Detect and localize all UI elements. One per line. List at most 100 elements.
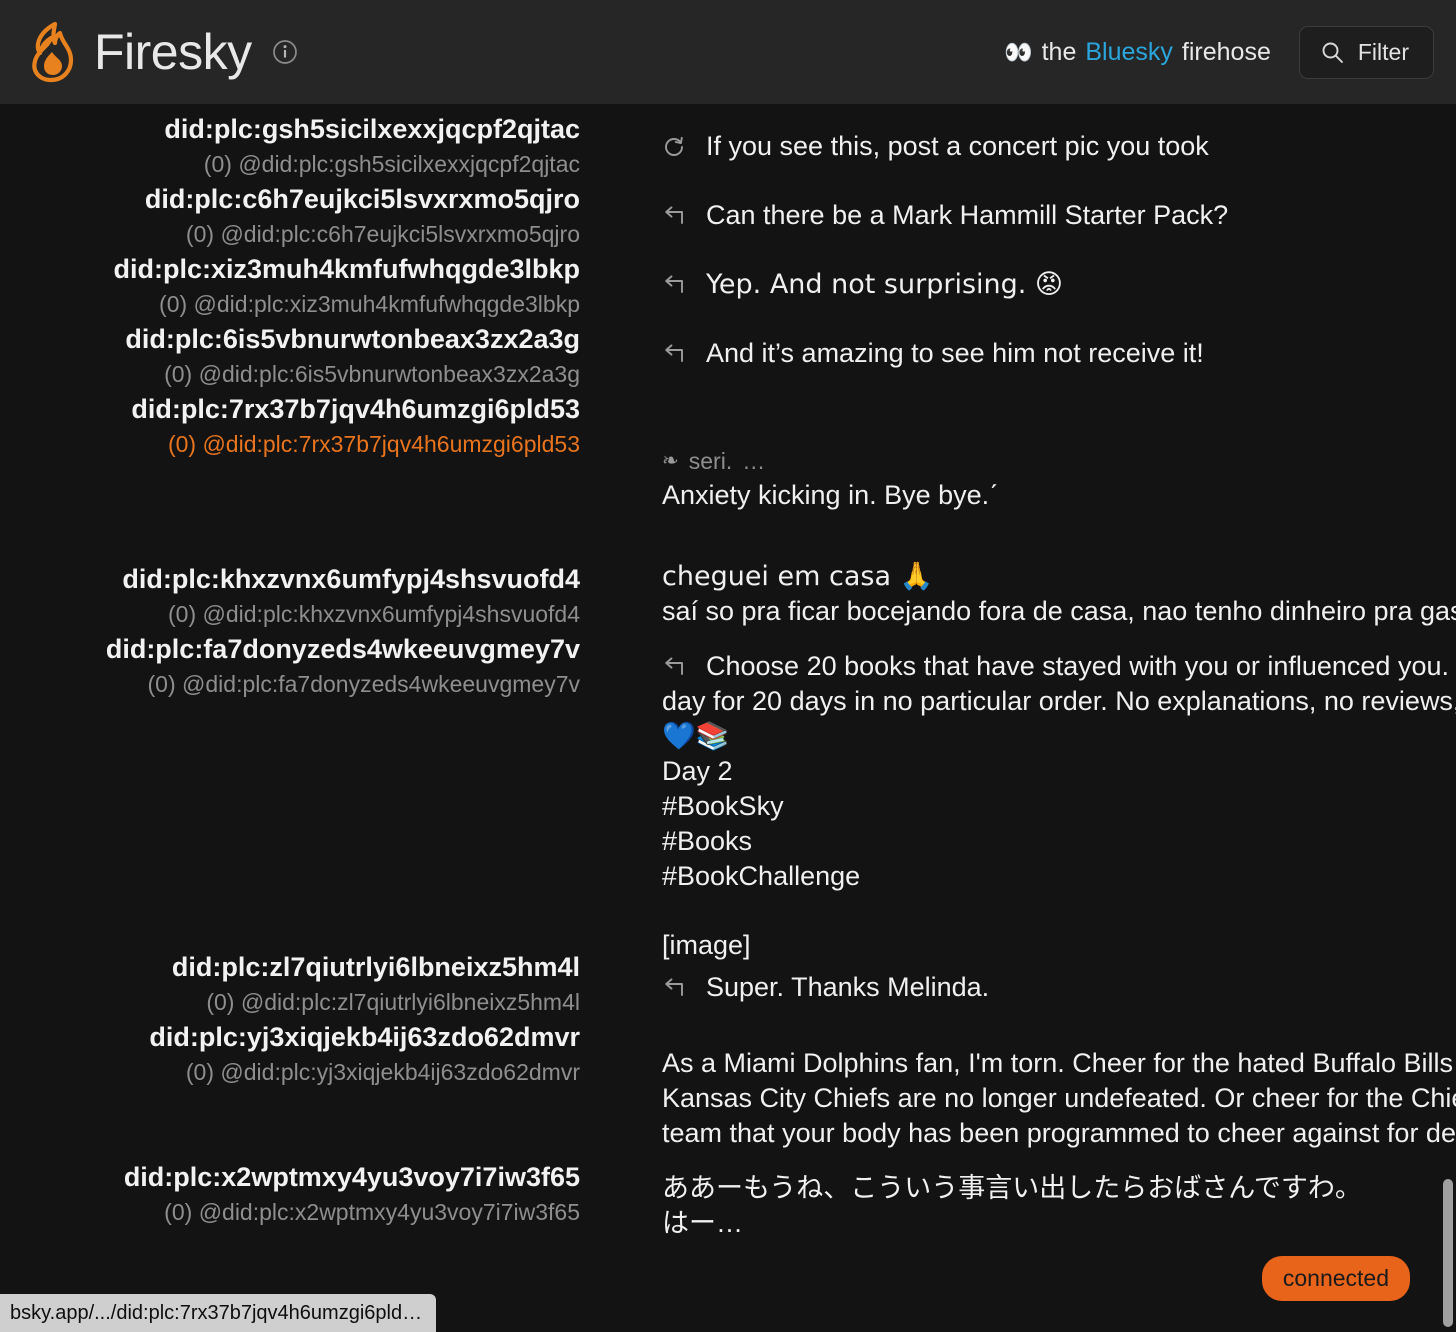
- feed-gap: [662, 1012, 1456, 1046]
- post-seri[interactable]: ❧ seri. … Anxiety kicking in. Bye bye.ˊ: [662, 444, 1456, 513]
- list-item-active[interactable]: did:plc:7rx37b7jqv4h6umzgi6pld53 (0) @di…: [0, 390, 600, 460]
- post-repost[interactable]: If you see this, post a concert pic you …: [662, 112, 1456, 181]
- reply-icon: [662, 976, 686, 1000]
- post-text: And it’s amazing to see him not receive …: [706, 338, 1204, 368]
- hashtag[interactable]: #BookSky: [662, 789, 1456, 824]
- feed-gap: [662, 894, 1456, 928]
- did-handle: (0) @did:plc:zl7qiutrlyi6lbneixz5hm4l: [206, 989, 580, 1015]
- post-text-line: Kansas City Chiefs are no longer undefea…: [662, 1083, 1456, 1113]
- leaf-icon: ❧: [662, 450, 679, 472]
- post-reply[interactable]: Can there be a Mark Hammill Starter Pack…: [662, 181, 1456, 250]
- did-label: did:plc:x2wptmxy4yu3voy7i7iw3f65: [123, 1162, 580, 1192]
- did-handle: (0) @did:plc:7rx37b7jqv4h6umzgi6pld53: [167, 431, 580, 457]
- did-label: did:plc:khxzvnx6umfypj4shsvuofd4: [122, 564, 580, 594]
- post-japanese[interactable]: ああーもうね、こういう事言い出したらおばさんですわ。 はー…: [662, 1171, 1456, 1241]
- feed-gap: [662, 513, 1456, 559]
- post-text-line: day for 20 days in no particular order. …: [662, 686, 1456, 716]
- scrollbar[interactable]: [1440, 104, 1456, 1332]
- post-book-challenge[interactable]: Choose 20 books that have stayed with yo…: [662, 649, 1456, 894]
- reply-icon: [662, 273, 686, 297]
- brand-block: Firesky: [24, 21, 298, 83]
- post-text: Yep. And not surprising. 😡: [706, 269, 1064, 300]
- tagline: 👀 the Bluesky firehose: [1004, 38, 1271, 67]
- did-handle: (0) @did:plc:6is5vbnurwtonbeax3zx2a3g: [164, 361, 580, 387]
- post-reply[interactable]: Yep. And not surprising. 😡: [662, 250, 1456, 319]
- did-label: did:plc:yj3xiqjekb4ij63zdo62dmvr: [149, 1022, 580, 1052]
- header-right-group: 👀 the Bluesky firehose Filter: [1004, 25, 1434, 79]
- post-text-line: As a Miami Dolphins fan, I'm torn. Cheer…: [662, 1048, 1456, 1078]
- scrollbar-thumb[interactable]: [1443, 1179, 1453, 1327]
- did-label: did:plc:gsh5sicilxexxjqcpf2qjtac: [164, 114, 580, 144]
- info-icon[interactable]: [266, 39, 298, 65]
- did-label: did:plc:xiz3muh4kmfufwhqgde3lbkp: [113, 254, 580, 284]
- did-handle: (0) @did:plc:x2wptmxy4yu3voy7i7iw3f65: [164, 1199, 580, 1225]
- connection-status-label: connected: [1282, 1265, 1389, 1291]
- post-text-line: cheguei em casa 🙏: [662, 561, 934, 592]
- overflow-dots-icon[interactable]: …: [742, 444, 767, 478]
- did-handle: (0) @did:plc:fa7donyzeds4wkeeuvgmey7v: [147, 671, 580, 697]
- link-preview-status-bar: bsky.app/.../did:plc:7rx37b7jqv4h6umzgi6…: [0, 1294, 437, 1332]
- post-text-line: Choose 20 books that have stayed with yo…: [706, 651, 1456, 681]
- did-label: did:plc:6is5vbnurwtonbeax3zx2a3g: [125, 324, 580, 354]
- post-reply[interactable]: Super. Thanks Melinda.: [662, 963, 1456, 1012]
- list-gap: [0, 1088, 600, 1158]
- did-handle: (0) @did:plc:yj3xiqjekb4ij63zdo62dmvr: [185, 1059, 580, 1085]
- did-label: did:plc:7rx37b7jqv4h6umzgi6pld53: [131, 394, 580, 424]
- tagline-prefix: the: [1041, 37, 1077, 66]
- hashtag[interactable]: #Books: [662, 824, 1456, 859]
- feed-gap: [662, 388, 1456, 444]
- eyes-icon: 👀: [1003, 39, 1033, 66]
- author-name: seri.: [688, 448, 733, 474]
- reply-icon: [662, 204, 686, 228]
- post-reply-row: Choose 20 books that have stayed with yo…: [662, 649, 1456, 684]
- search-icon: [1320, 40, 1345, 65]
- list-item[interactable]: did:plc:yj3xiqjekb4ij63zdo62dmvr (0) @di…: [0, 1018, 600, 1088]
- did-handle: (0) @did:plc:xiz3muh4kmfufwhqgde3lbkp: [159, 291, 580, 317]
- filter-button[interactable]: Filter: [1298, 25, 1434, 79]
- post-dolphins[interactable]: As a Miami Dolphins fan, I'm torn. Cheer…: [662, 1046, 1456, 1151]
- list-item[interactable]: did:plc:xiz3muh4kmfufwhqgde3lbkp (0) @di…: [0, 250, 600, 320]
- list-item[interactable]: did:plc:zl7qiutrlyi6lbneixz5hm4l (0) @di…: [0, 948, 600, 1018]
- list-item[interactable]: did:plc:fa7donyzeds4wkeeuvgmey7v (0) @di…: [0, 630, 600, 700]
- list-gap: [0, 460, 600, 560]
- tagline-suffix: firehose: [1181, 37, 1271, 66]
- post-emoji-line: 💙📚: [662, 721, 730, 752]
- post-text-line: team that your body has been programmed …: [662, 1118, 1456, 1148]
- feed-gap: [662, 629, 1456, 649]
- post-text: If you see this, post a concert pic you …: [706, 131, 1209, 161]
- filter-button-label: Filter: [1357, 38, 1409, 65]
- did-handle: (0) @did:plc:gsh5sicilxexxjqcpf2qjtac: [203, 151, 580, 177]
- post-text: Super. Thanks Melinda.: [706, 972, 990, 1002]
- did-label: did:plc:fa7donyzeds4wkeeuvgmey7v: [105, 634, 580, 664]
- app-header: Firesky 👀 the Bluesky firehose Filter: [0, 0, 1456, 104]
- post-text: Can there be a Mark Hammill Starter Pack…: [706, 200, 1229, 230]
- flame-icon: [24, 21, 80, 83]
- reply-icon: [662, 342, 686, 366]
- list-item[interactable]: did:plc:x2wptmxy4yu3voy7i7iw3f65 (0) @di…: [0, 1158, 600, 1228]
- list-gap: [0, 700, 600, 948]
- status-badge: connected: [1261, 1256, 1410, 1301]
- post-text-line: saí so pra ficar bocejando fora de casa,…: [662, 596, 1456, 626]
- did-label: did:plc:zl7qiutrlyi6lbneixz5hm4l: [171, 952, 580, 982]
- link-preview-text: bsky.app/.../did:plc:7rx37b7jqv4h6umzgi6…: [10, 1301, 423, 1324]
- list-item[interactable]: did:plc:gsh5sicilxexxjqcpf2qjtac (0) @di…: [0, 110, 600, 180]
- post-text-line: Day 2: [662, 756, 733, 786]
- page-title: Firesky: [94, 24, 252, 80]
- post-reply[interactable]: And it’s amazing to see him not receive …: [662, 319, 1456, 388]
- post-text-line: ああーもうね、こういう事言い出したらおばさんですわ。: [662, 1173, 1362, 1203]
- main-content: did:plc:gsh5sicilxexxjqcpf2qjtac (0) @di…: [0, 104, 1456, 1332]
- hashtag[interactable]: #BookChallenge: [662, 859, 1456, 894]
- did-list-column: did:plc:gsh5sicilxexxjqcpf2qjtac (0) @di…: [0, 104, 600, 1332]
- reply-icon: [662, 655, 686, 679]
- did-handle: (0) @did:plc:khxzvnx6umfypj4shsvuofd4: [168, 601, 580, 627]
- list-item[interactable]: did:plc:6is5vbnurwtonbeax3zx2a3g (0) @di…: [0, 320, 600, 390]
- post-text: Anxiety kicking in. Bye bye.ˊ: [662, 480, 999, 510]
- repost-icon: [662, 135, 686, 159]
- post-author[interactable]: ❧ seri. …: [662, 444, 1456, 478]
- list-item[interactable]: did:plc:c6h7eujkci5lsvxrxmo5qjro (0) @di…: [0, 180, 600, 250]
- post-cheguei[interactable]: cheguei em casa 🙏 saí so pra ficar bocej…: [662, 559, 1456, 629]
- did-label: did:plc:c6h7eujkci5lsvxrxmo5qjro: [144, 184, 580, 214]
- list-item[interactable]: did:plc:khxzvnx6umfypj4shsvuofd4 (0) @di…: [0, 560, 600, 630]
- did-handle: (0) @did:plc:c6h7eujkci5lsvxrxmo5qjro: [185, 221, 580, 247]
- feed-gap: [662, 1151, 1456, 1171]
